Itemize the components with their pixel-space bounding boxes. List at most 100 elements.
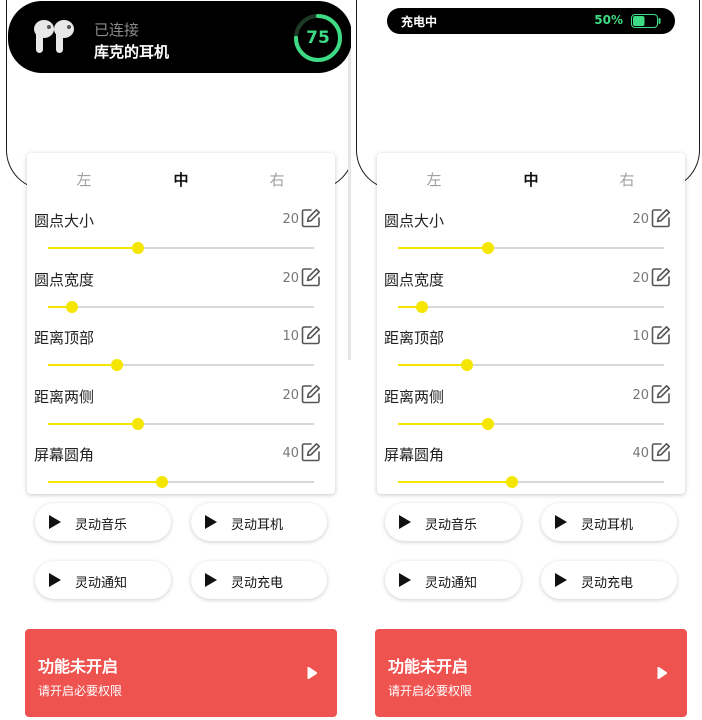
setting-row: 距离顶部 10 (377, 325, 685, 385)
setting-slider[interactable] (48, 417, 314, 430)
slider-thumb[interactable] (156, 476, 169, 488)
play-icon (555, 573, 567, 587)
setting-label: 距离两侧 (384, 387, 445, 406)
charging-island[interactable]: 充电中 50% (387, 8, 675, 34)
edit-icon[interactable] (301, 384, 321, 404)
play-icon (399, 515, 411, 529)
edit-icon[interactable] (301, 267, 321, 287)
setting-slider[interactable] (48, 242, 314, 254)
permission-warning-card[interactable]: 功能未开启 请开启必要权限 (25, 629, 337, 717)
play-icon (49, 515, 61, 529)
setting-value: 40 (282, 446, 299, 461)
slider-fill (398, 247, 489, 249)
slider-thumb[interactable] (65, 300, 78, 313)
permission-warning-card[interactable]: 功能未开启 请开启必要权限 (375, 629, 687, 717)
setting-slider[interactable] (398, 359, 664, 371)
setting-slider[interactable] (398, 417, 664, 430)
notification-island-button[interactable]: 灵动通知 (35, 561, 171, 599)
setting-label: 距离顶部 (384, 329, 445, 347)
setting-label: 距离两侧 (34, 387, 95, 406)
battery-icon (631, 14, 661, 28)
slider-thumb[interactable] (132, 417, 145, 430)
slider-thumb[interactable] (111, 359, 124, 371)
setting-row: 圆点大小 20 (377, 208, 685, 268)
slider-fill (48, 247, 139, 249)
play-icon (399, 573, 411, 587)
setting-value: 10 (632, 329, 649, 344)
button-label: 灵动耳机 (231, 518, 284, 533)
right-preview-panel: 充电中 50% 左 中 右 圆点大小 20 圆点宽度 20 距离顶部 10 距离两侧 20 屏幕… (351, 0, 702, 720)
setting-row: 距离两侧 20 (27, 384, 335, 444)
headphone-island[interactable]: 已连接 库克的耳机 75 (8, 1, 351, 73)
slider-thumb[interactable] (415, 300, 428, 313)
button-label: 灵动通知 (75, 576, 128, 591)
play-icon (205, 515, 217, 529)
setting-label: 圆点宽度 (384, 270, 445, 289)
position-tabs: 左 中 右 (377, 169, 685, 191)
battery-level: 75 (306, 28, 330, 48)
notification-island-button[interactable]: 灵动通知 (385, 561, 521, 599)
button-label: 灵动音乐 (75, 518, 128, 533)
tab-left[interactable]: 左 (76, 169, 91, 190)
setting-row: 距离顶部 10 (27, 325, 335, 385)
settings-card: 左 中 右 圆点大小 20 圆点宽度 20 距离顶部 10 距离两侧 20 屏幕圆角 40 (27, 153, 335, 494)
setting-slider[interactable] (398, 242, 664, 254)
slider-track (48, 305, 314, 308)
setting-value: 20 (282, 212, 299, 227)
slider-fill (398, 481, 513, 483)
warning-title: 功能未开启 (38, 657, 119, 676)
play-icon (555, 515, 567, 529)
setting-row: 屏幕圆角 40 (27, 442, 335, 502)
music-island-button[interactable]: 灵动音乐 (385, 503, 521, 541)
tab-center[interactable]: 中 (173, 169, 188, 190)
play-icon (205, 573, 217, 587)
setting-value: 20 (632, 212, 649, 227)
airpods-icon (34, 20, 74, 53)
slider-fill (48, 422, 139, 425)
tab-right[interactable]: 右 (269, 169, 284, 190)
setting-label: 圆点宽度 (34, 270, 95, 289)
setting-slider[interactable] (48, 300, 314, 313)
edit-icon[interactable] (651, 267, 671, 287)
setting-label: 屏幕圆角 (34, 446, 95, 464)
tab-right[interactable]: 右 (619, 169, 634, 190)
edit-icon[interactable] (651, 325, 671, 345)
edit-icon[interactable] (301, 442, 321, 462)
setting-slider[interactable] (398, 476, 664, 488)
settings-card: 左 中 右 圆点大小 20 圆点宽度 20 距离顶部 10 距离两侧 20 屏幕圆角 40 (377, 153, 685, 494)
edit-icon[interactable] (651, 208, 671, 228)
setting-slider[interactable] (398, 300, 664, 313)
slider-fill (398, 422, 489, 425)
slider-thumb[interactable] (482, 242, 495, 254)
charging-percent: 50% (594, 13, 623, 27)
edit-icon[interactable] (301, 325, 321, 345)
play-arrow-icon (307, 667, 317, 679)
slider-thumb[interactable] (506, 476, 519, 488)
setting-label: 圆点大小 (384, 212, 445, 230)
setting-label: 圆点大小 (34, 212, 95, 230)
charging-label: 充电中 (401, 15, 438, 29)
setting-slider[interactable] (48, 359, 314, 371)
charging-island-button[interactable]: 灵动充电 (191, 561, 327, 599)
headphone-island-button[interactable]: 灵动耳机 (541, 503, 677, 541)
setting-value: 10 (282, 329, 299, 344)
button-label: 灵动通知 (425, 576, 478, 591)
edit-icon[interactable] (651, 384, 671, 404)
warning-subtitle: 请开启必要权限 (38, 684, 123, 698)
edit-icon[interactable] (301, 208, 321, 228)
headphone-island-button[interactable]: 灵动耳机 (191, 503, 327, 541)
music-island-button[interactable]: 灵动音乐 (35, 503, 171, 541)
slider-thumb[interactable] (461, 359, 474, 371)
setting-slider[interactable] (48, 476, 314, 488)
slider-thumb[interactable] (132, 242, 145, 254)
setting-value: 40 (632, 446, 649, 461)
tab-left[interactable]: 左 (426, 169, 441, 190)
slider-thumb[interactable] (482, 417, 495, 430)
setting-value: 20 (632, 270, 649, 286)
charging-island-button[interactable]: 灵动充电 (541, 561, 677, 599)
setting-row: 圆点宽度 20 (377, 267, 685, 327)
setting-label: 距离顶部 (34, 329, 95, 347)
warning-title: 功能未开启 (388, 657, 469, 676)
tab-center[interactable]: 中 (523, 169, 538, 190)
edit-icon[interactable] (651, 442, 671, 462)
